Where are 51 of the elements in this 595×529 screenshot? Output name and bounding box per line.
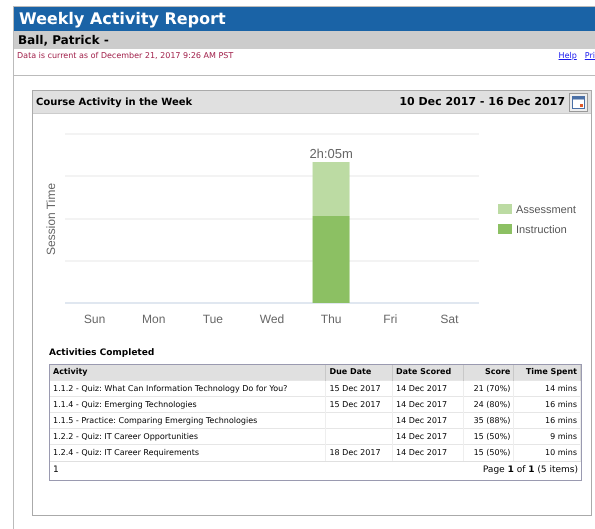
legend-label: Assessment bbox=[516, 204, 576, 216]
column-header: Activity bbox=[50, 364, 326, 380]
day-label: Tue bbox=[202, 312, 223, 326]
bar-value-label: 2h:05m bbox=[309, 146, 353, 161]
column-header: Time Spent bbox=[514, 364, 580, 380]
table-cell: 14 mins bbox=[514, 380, 580, 396]
column-header: Score bbox=[464, 364, 514, 380]
table-cell: 14 Dec 2017 bbox=[392, 444, 464, 460]
table-cell: 15 Dec 2017 bbox=[326, 380, 392, 396]
table-cell: 1.1.4 - Quiz: Emerging Technologies bbox=[50, 396, 326, 412]
table-cell: 1.1.2 - Quiz: What Can Information Technology Do for You? bbox=[50, 380, 326, 396]
day-label: Sat bbox=[440, 312, 458, 326]
table-cell: 1.2.4 - Quiz: IT Career Requirements bbox=[50, 444, 326, 460]
link[interactable]: Pri bbox=[584, 50, 595, 62]
table-cell: 10 mins bbox=[514, 444, 580, 460]
day-label: Thu bbox=[320, 312, 342, 326]
table-cell: 14 Dec 2017 bbox=[392, 380, 464, 396]
table-title: Activities Completed bbox=[49, 347, 156, 360]
page-number: 1 bbox=[53, 464, 59, 477]
table-cell: 16 mins bbox=[514, 396, 580, 412]
link[interactable]: Help bbox=[558, 50, 577, 62]
table-cell: 18 Dec 2017 bbox=[326, 444, 392, 460]
panel-title: Course Activity in the Week bbox=[36, 96, 194, 110]
table-cell: 14 Dec 2017 bbox=[392, 412, 464, 428]
table-cell: 15 (50%) bbox=[464, 428, 514, 444]
legend-label: Instruction bbox=[516, 224, 567, 236]
day-label: Wed bbox=[260, 312, 284, 326]
calendar-button[interactable] bbox=[569, 92, 588, 112]
calendar-icon bbox=[572, 96, 585, 108]
table-cell: 14 Dec 2017 bbox=[392, 396, 464, 412]
title-bar: Weekly Activity Report bbox=[14, 7, 595, 31]
day-label: Fri bbox=[383, 312, 398, 326]
table-cell: 14 Dec 2017 bbox=[392, 428, 464, 444]
axis-label: Session Time bbox=[44, 182, 58, 256]
table-cell: 35 (88%) bbox=[464, 412, 514, 428]
pager-text: Page 1 of 1 (5 items) bbox=[482, 464, 578, 477]
date-range: 10 Dec 2017 - 16 Dec 2017 bbox=[399, 94, 565, 110]
day-label: Sun bbox=[84, 312, 106, 326]
table-cell: 1.2.2 - Quiz: IT Career Opportunities bbox=[50, 428, 326, 444]
column-header: Date Scored bbox=[392, 364, 464, 380]
student-name: Ball, Patrick - bbox=[14, 31, 595, 49]
day-label: Mon bbox=[142, 312, 166, 326]
data-note: Data is current as of December 21, 2017 9:26 AM PST bbox=[16, 50, 234, 62]
table-cell: 9 mins bbox=[514, 428, 580, 444]
table-cell: 15 Dec 2017 bbox=[326, 396, 392, 412]
table-cell: 1.1.5 - Practice: Comparing Emerging Technologies bbox=[50, 412, 326, 428]
table-cell: 15 (50%) bbox=[464, 444, 514, 460]
table-cell: 16 mins bbox=[514, 412, 580, 428]
column-header: Due Date bbox=[326, 364, 392, 380]
table-cell: 24 (80%) bbox=[464, 396, 514, 412]
table-cell: 21 (70%) bbox=[464, 380, 514, 396]
